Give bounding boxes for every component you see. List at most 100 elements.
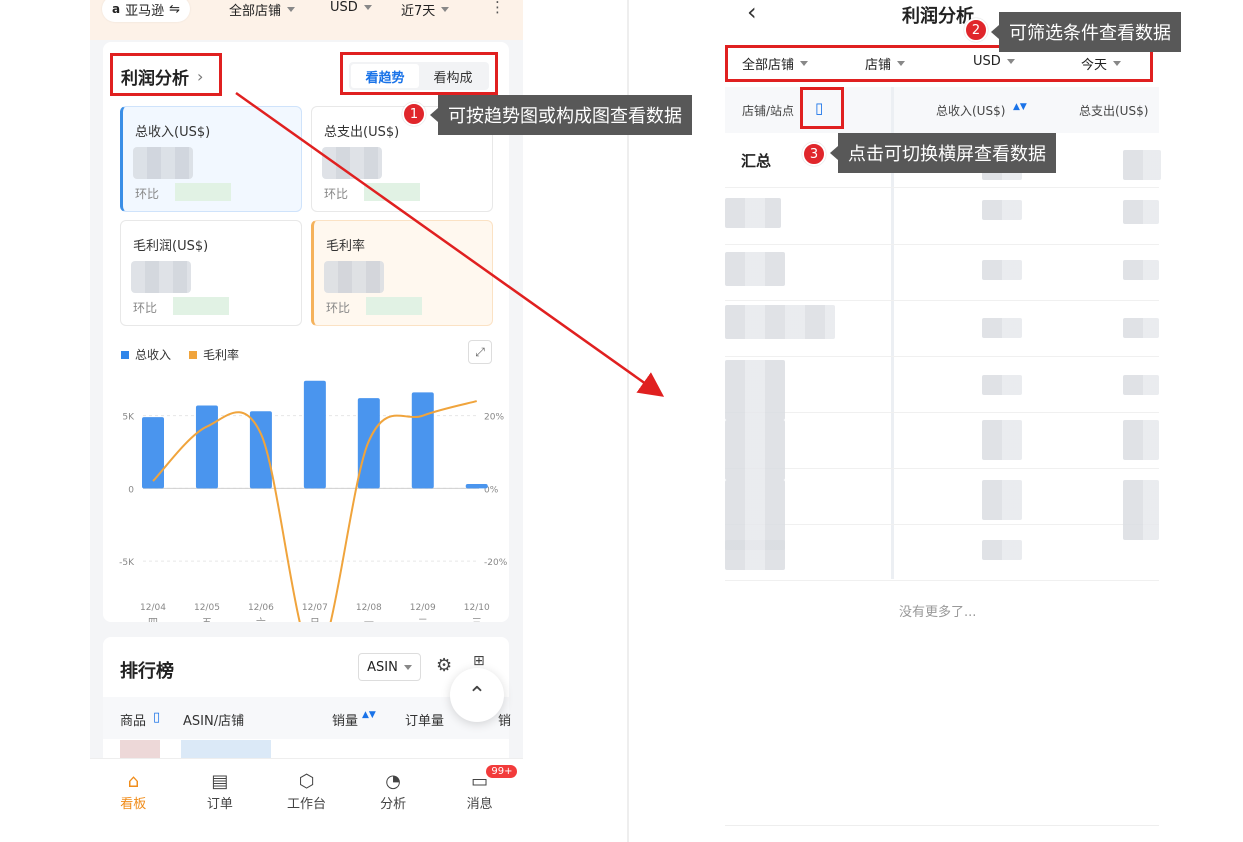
tab-label: 工作台 bbox=[286, 797, 326, 812]
home-icon: ⌂ bbox=[127, 771, 140, 792]
pie-chart-icon: ◔ bbox=[385, 771, 401, 792]
row-divider bbox=[725, 300, 1159, 301]
col-total-expense[interactable]: 总支出(US$) bbox=[1079, 102, 1148, 119]
filter-date[interactable]: 近7天 bbox=[401, 0, 450, 19]
more-icon[interactable]: ⋮ bbox=[490, 0, 505, 16]
right-page-title: 利润分析 bbox=[902, 6, 974, 27]
tab-analysis[interactable]: ◔ 分析 bbox=[350, 759, 437, 822]
settings-icon[interactable]: ⚙ bbox=[436, 655, 452, 676]
cube-icon: ⬡ bbox=[298, 771, 315, 792]
metric-value-blurred bbox=[324, 261, 384, 293]
y-left-tick-label: 5K bbox=[122, 413, 135, 423]
metric-gross-margin[interactable]: 毛利率 环比 bbox=[311, 220, 493, 326]
no-more-text: 没有更多了... bbox=[899, 605, 977, 620]
metric-compare-blurred bbox=[173, 297, 229, 315]
highlight-profit-title bbox=[110, 53, 222, 96]
metric-compare-blurred bbox=[175, 183, 231, 201]
chart-legend: 总收入 毛利率 bbox=[121, 346, 239, 363]
metric-compare-blurred bbox=[366, 297, 422, 315]
metric-label: 毛利润(US$) bbox=[133, 239, 209, 254]
tab-label: 消息 bbox=[466, 797, 493, 812]
annotation-number-1: 1 bbox=[402, 102, 426, 126]
blurred-cell bbox=[982, 260, 1022, 280]
blurred-cell bbox=[725, 360, 785, 420]
x-weekday-label: 日 bbox=[310, 618, 320, 622]
highlight-view-toggle bbox=[340, 52, 498, 95]
x-weekday-label: 二 bbox=[418, 618, 428, 622]
annotation-number-3: 3 bbox=[802, 142, 826, 166]
col-more: 销 bbox=[498, 714, 512, 729]
highlight-rotate-button bbox=[800, 87, 844, 129]
row-divider bbox=[725, 244, 1159, 245]
x-weekday-label: 四 bbox=[148, 618, 158, 622]
caret-down-icon bbox=[403, 664, 412, 670]
blurred-cell bbox=[1123, 375, 1159, 395]
metric-compare-label: 环比 bbox=[324, 187, 349, 201]
col-store-site: 店铺/站点 bbox=[742, 104, 795, 118]
filter-currency[interactable]: USD bbox=[330, 0, 372, 15]
asin-select[interactable]: ASIN bbox=[358, 653, 421, 681]
x-weekday-label: 五 bbox=[202, 618, 212, 622]
y-right-tick-label: -20% bbox=[484, 558, 508, 568]
legend-swatch-margin bbox=[189, 350, 198, 359]
caret-down-icon bbox=[287, 7, 296, 12]
income-bar bbox=[411, 392, 434, 489]
blurred-cell bbox=[982, 420, 1022, 460]
metric-total-income[interactable]: 总收入(US$) 环比 bbox=[120, 106, 302, 212]
sort-icon: ▲▼ bbox=[1013, 102, 1027, 112]
col-product: 商品 bbox=[120, 714, 147, 729]
x-tick-label: 12/09 bbox=[410, 603, 436, 613]
expand-icon[interactable]: ⤢ bbox=[468, 340, 492, 364]
back-icon[interactable]: ‹ bbox=[747, 0, 757, 26]
income-bar bbox=[465, 484, 488, 489]
switch-icon: ⇋ bbox=[169, 1, 181, 17]
blurred-cell bbox=[982, 375, 1022, 395]
row-divider bbox=[725, 580, 1159, 581]
x-tick-label: 12/05 bbox=[194, 603, 220, 613]
blurred-cell bbox=[1123, 420, 1159, 460]
store-switch-pill[interactable]: a 亚马逊 ⇋ bbox=[102, 0, 191, 22]
x-tick-label: 12/04 bbox=[140, 603, 166, 613]
rotate-screen-icon[interactable]: ▯ bbox=[153, 710, 160, 725]
blurred-cell bbox=[725, 305, 835, 339]
right-phone-screen: ‹ 利润分析 全部店铺 店铺 USD 今天 店铺/站点 ▯ 总收入(US$) ▲… bbox=[627, 0, 1243, 842]
x-tick-label: 12/07 bbox=[302, 603, 328, 613]
x-tick-label: 12/06 bbox=[248, 603, 274, 613]
metric-label: 总收入(US$) bbox=[135, 125, 211, 140]
blurred-cell bbox=[1123, 260, 1159, 280]
filter-date-label: 近7天 bbox=[401, 4, 436, 19]
summary-row-label: 汇总 bbox=[741, 152, 772, 170]
tab-workbench[interactable]: ⬡ 工作台 bbox=[263, 759, 350, 822]
col-orders[interactable]: 订单量 bbox=[405, 710, 444, 729]
row-divider bbox=[725, 412, 1159, 413]
metric-value-blurred bbox=[322, 147, 382, 179]
metric-gross-profit[interactable]: 毛利润(US$) 环比 bbox=[120, 220, 302, 326]
back-to-top-button[interactable]: ⌃ bbox=[450, 668, 504, 722]
row-divider bbox=[725, 524, 1159, 525]
legend-margin-label: 毛利率 bbox=[203, 348, 240, 362]
metric-compare-label: 环比 bbox=[135, 187, 160, 201]
bottom-divider bbox=[725, 825, 1159, 826]
bottom-tab-bar: ⌂ 看板 ▤ 订单 ⬡ 工作台 ◔ 分析 ▭ 消息 99+ bbox=[90, 758, 523, 822]
blurred-cell bbox=[1123, 318, 1159, 338]
filter-store[interactable]: 全部店铺 bbox=[229, 0, 296, 19]
metric-label: 毛利率 bbox=[326, 239, 366, 254]
col-sales[interactable]: 销量 bbox=[332, 710, 358, 729]
tab-orders[interactable]: ▤ 订单 bbox=[177, 759, 264, 822]
blurred-cell bbox=[982, 540, 1022, 560]
blurred-cell bbox=[725, 198, 781, 228]
tab-messages[interactable]: ▭ 消息 99+ bbox=[436, 759, 523, 822]
income-bar bbox=[142, 417, 164, 489]
amazon-logo-icon: a bbox=[112, 2, 121, 16]
blurred-cell bbox=[982, 200, 1022, 220]
blurred-cell bbox=[982, 480, 1022, 520]
legend-swatch-income bbox=[121, 350, 129, 359]
blurred-cell bbox=[725, 540, 785, 570]
caret-down-icon bbox=[363, 5, 372, 10]
blurred-cell bbox=[1123, 200, 1159, 224]
grid-icon[interactable]: ⊞ bbox=[473, 653, 485, 669]
tab-dashboard[interactable]: ⌂ 看板 bbox=[90, 759, 177, 822]
col-total-income[interactable]: 总收入(US$) bbox=[936, 102, 1005, 119]
sort-icon: ▲▼ bbox=[362, 710, 376, 720]
ranking-table-header: 商品 ▯ ASIN/店铺 销量 ▲▼ 订单量 销 bbox=[103, 697, 512, 739]
